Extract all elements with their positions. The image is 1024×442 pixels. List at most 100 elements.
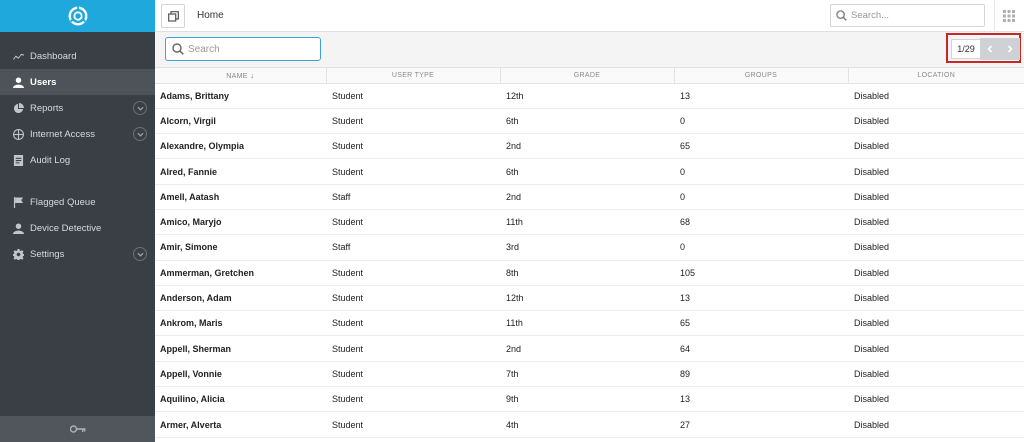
table-row[interactable]: Aquilino, Alicia Student 9th 13 Disabled (155, 386, 1024, 413)
table-row[interactable]: Anderson, Adam Student 12th 13 Disabled (155, 285, 1024, 312)
sidebar-item-users[interactable]: Users (0, 69, 155, 95)
topbar-divider (994, 0, 995, 32)
cell-groups: 64 (674, 335, 848, 362)
breadcrumb[interactable]: Home (197, 10, 224, 21)
table-body: Adams, Brittany Student 12th 13 Disabled Alco… (155, 83, 1024, 438)
user-icon (12, 222, 24, 234)
cell-groups: 0 (674, 158, 848, 185)
sidebar-item-label: Device Detective (30, 222, 102, 234)
cell-name: Amico, Maryjo (155, 209, 326, 236)
sidebar-item-label: Flagged Queue (30, 196, 96, 208)
table-header-row: NAME ↓ USER TYPE GRADE GROUPS LOCATION (155, 68, 1024, 84)
table-row[interactable]: Ankrom, Maris Student 11th 65 Disabled (155, 310, 1024, 337)
chevron-right-icon (1007, 45, 1013, 53)
nav-separator (0, 173, 155, 189)
page-count: 1/29 (951, 39, 981, 59)
sidebar-item-device-detective[interactable]: Device Detective (0, 215, 155, 241)
cell-grade: 2nd (500, 335, 674, 362)
table-row[interactable]: Amico, Maryjo Student 11th 68 Disabled (155, 209, 1024, 236)
table-row[interactable]: Appell, Sherman Student 2nd 64 Disabled (155, 335, 1024, 362)
restore-window-button[interactable] (161, 4, 185, 28)
cell-name: Amir, Simone (155, 234, 326, 261)
table-row[interactable]: Alexandre, Olympia Student 2nd 65 Disabled (155, 133, 1024, 160)
table-row[interactable]: Alred, Fannie Student 6th 0 Disabled (155, 158, 1024, 185)
sidebar-item-label: Internet Access (30, 128, 95, 140)
cell-location: Disabled (848, 285, 1024, 312)
table-row[interactable]: Alcorn, Virgil Student 6th 0 Disabled (155, 108, 1024, 135)
table-row[interactable]: Appell, Vonnie Student 7th 89 Disabled (155, 361, 1024, 388)
cell-user-type: Student (326, 335, 500, 362)
global-search-input[interactable] (851, 10, 981, 21)
global-search[interactable] (830, 4, 985, 27)
sidebar-item-label: Dashboard (30, 50, 77, 62)
user-search[interactable] (165, 37, 321, 61)
list-toolbar: 1/29 (155, 32, 1024, 68)
logo[interactable] (0, 0, 155, 32)
column-header-location[interactable]: LOCATION (848, 68, 1024, 84)
cell-user-type: Staff (326, 234, 500, 261)
chevron-down-icon[interactable] (133, 101, 147, 115)
cell-user-type: Student (326, 361, 500, 388)
cell-grade: 6th (500, 158, 674, 185)
cell-location: Disabled (848, 411, 1024, 438)
users-table-container: NAME ↓ USER TYPE GRADE GROUPS LOCATION A… (155, 68, 1024, 442)
chevron-down-icon[interactable] (133, 247, 147, 261)
sidebar-item-settings[interactable]: Settings (0, 241, 155, 267)
cell-user-type: Staff (326, 184, 500, 210)
column-header-groups[interactable]: GROUPS (674, 68, 849, 84)
app-grid-button[interactable] (1002, 9, 1016, 23)
chevron-down-icon[interactable] (133, 127, 147, 141)
cell-name: Ammerman, Gretchen (155, 260, 326, 286)
column-header-user-type[interactable]: USER TYPE (326, 68, 501, 84)
column-header-name[interactable]: NAME ↓ (155, 68, 327, 84)
table-row[interactable]: Adams, Brittany Student 12th 13 Disabled (155, 83, 1024, 109)
cell-name: Alred, Fannie (155, 158, 326, 185)
cell-groups: 105 (674, 260, 848, 286)
lifebuoy-logo-icon (68, 5, 87, 26)
cell-grade: 4th (500, 411, 674, 438)
cell-user-type: Student (326, 158, 500, 185)
table-row[interactable]: Ammerman, Gretchen Student 8th 105 Disabled (155, 260, 1024, 286)
sidebar-item-internet-access[interactable]: Internet Access (0, 121, 155, 147)
sidebar-footer[interactable] (0, 416, 155, 442)
cell-groups: 89 (674, 361, 848, 388)
cell-user-type: Student (326, 83, 500, 109)
sidebar: Dashboard Users Reports Internet Access … (0, 0, 155, 442)
cell-name: Appell, Vonnie (155, 361, 326, 388)
cell-groups: 65 (674, 310, 848, 337)
sidebar-item-reports[interactable]: Reports (0, 95, 155, 121)
cell-user-type: Student (326, 108, 500, 135)
sidebar-item-label: Reports (30, 102, 64, 114)
search-icon (172, 43, 184, 55)
sidebar-item-label: Users (30, 76, 57, 88)
cell-user-type: Student (326, 209, 500, 236)
search-icon (836, 10, 847, 21)
column-header-grade[interactable]: GRADE (500, 68, 675, 84)
cell-grade: 3rd (500, 234, 674, 261)
cell-location: Disabled (848, 158, 1024, 185)
cell-groups: 13 (674, 285, 848, 312)
cell-name: Armer, Alverta (155, 411, 326, 438)
next-page-button[interactable] (1000, 38, 1020, 60)
cell-grade: 11th (500, 209, 674, 236)
cell-groups: 0 (674, 108, 848, 135)
chevron-left-icon (987, 45, 993, 53)
table-row[interactable]: Amell, Aatash Staff 2nd 0 Disabled (155, 184, 1024, 210)
user-search-input[interactable] (188, 43, 316, 55)
cell-name: Amell, Aatash (155, 184, 326, 210)
sidebar-item-dashboard[interactable]: Dashboard (0, 43, 155, 69)
flag-icon (12, 196, 24, 208)
cell-user-type: Student (326, 133, 500, 160)
prev-page-button[interactable] (980, 38, 1000, 60)
user-icon (12, 76, 24, 88)
cell-groups: 0 (674, 184, 848, 210)
cell-location: Disabled (848, 335, 1024, 362)
cell-location: Disabled (848, 386, 1024, 413)
cell-groups: 27 (674, 411, 848, 438)
cell-name: Alexandre, Olympia (155, 133, 326, 160)
pie-chart-icon (12, 102, 24, 114)
sidebar-item-flagged-queue[interactable]: Flagged Queue (0, 189, 155, 215)
table-row[interactable]: Amir, Simone Staff 3rd 0 Disabled (155, 234, 1024, 261)
sidebar-item-audit-log[interactable]: Audit Log (0, 147, 155, 173)
table-row[interactable]: Armer, Alverta Student 4th 27 Disabled (155, 411, 1024, 438)
